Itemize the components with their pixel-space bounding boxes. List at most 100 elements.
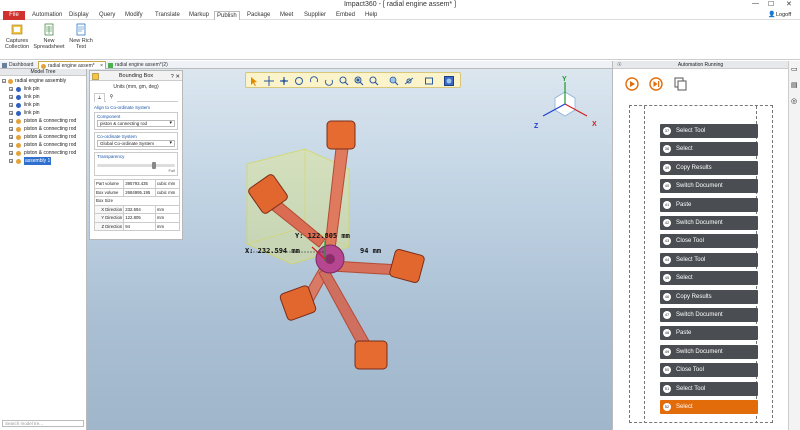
close-button[interactable]: ✕ (786, 0, 792, 8)
rotate-x-icon[interactable] (309, 76, 319, 86)
tab-measure[interactable]: ⟂ (94, 93, 105, 102)
expand-icon[interactable]: + (9, 95, 13, 100)
menu-supplier[interactable]: Supplier (302, 11, 328, 20)
expand-icon[interactable]: + (9, 151, 13, 156)
tree-item[interactable]: + link pin (0, 93, 86, 101)
model-tree-header: Model Tree (0, 69, 86, 76)
automation-step[interactable]: 41 Paste (660, 197, 758, 212)
new-rich-text-button[interactable]: New Rich Text (64, 23, 98, 50)
tree-item-root[interactable]: − radial engine assembly (0, 77, 86, 85)
menu-modify[interactable]: Modify (123, 11, 145, 20)
zoom-icon[interactable] (339, 76, 349, 86)
automation-steps-list[interactable]: 37 Select Tool 38 Select 39 Copy Results 40 Swi… (629, 105, 773, 423)
expand-icon[interactable]: + (9, 87, 13, 92)
menu-translate[interactable]: Translate (153, 11, 182, 20)
automation-step[interactable]: 44 Select Tool (660, 252, 758, 267)
menu-file[interactable]: File (3, 11, 25, 20)
collapse-icon[interactable]: − (2, 79, 6, 84)
automation-step[interactable]: 52 Select (660, 400, 758, 414)
automation-step[interactable]: 43 Close Tool (660, 234, 758, 249)
tree-item[interactable]: + piston & connecting rod (0, 117, 86, 125)
table-row: Y Direction 122.805 mm (93, 213, 181, 223)
tab-radial-engine[interactable]: radial engine assem* × (38, 61, 106, 69)
expand-icon[interactable]: + (9, 143, 13, 148)
automation-step[interactable]: 45 Select (660, 271, 758, 286)
expand-icon[interactable]: + (9, 135, 13, 140)
coordinate-system-select[interactable]: Global Co-ordinate System (97, 140, 175, 147)
zoom-window-icon[interactable] (354, 76, 364, 86)
automation-step[interactable]: 49 Switch Document (660, 344, 758, 359)
automation-step[interactable]: 46 Copy Results (660, 289, 758, 304)
automation-step[interactable]: 40 Switch Document (660, 179, 758, 194)
transparency-slider[interactable] (97, 162, 175, 169)
bounding-box-header: Bounding Box ? ✕ (90, 71, 182, 81)
step-run-icon[interactable] (649, 77, 663, 91)
expand-icon[interactable]: + (9, 127, 13, 132)
tree-item[interactable]: + link pin (0, 85, 86, 93)
zoom-fit-icon[interactable] (369, 76, 379, 86)
help-icon[interactable]: ? (171, 74, 174, 80)
render-mode-icon[interactable] (444, 76, 454, 86)
tab-dashboard[interactable]: Dashboard (0, 61, 42, 69)
frame-icon[interactable] (424, 76, 434, 86)
automation-step[interactable]: 51 Select Tool (660, 381, 758, 396)
menu-help[interactable]: Help (363, 11, 379, 20)
expand-icon[interactable]: + (9, 111, 13, 116)
rotate-y-icon[interactable] (324, 76, 334, 86)
panel-icon-2[interactable]: ▤ (791, 81, 798, 89)
rotate-icon[interactable] (294, 76, 304, 86)
dashboard-icon (2, 62, 7, 68)
move-icon[interactable] (279, 76, 289, 86)
pin-icon[interactable]: ☉ (617, 61, 621, 69)
tree-item[interactable]: + piston & connecting rod (0, 125, 86, 133)
logoff-link[interactable]: Logoff (776, 12, 791, 18)
table-row: Part volume 395793.435 cubic mm (93, 179, 181, 189)
expand-icon[interactable]: + (9, 159, 13, 164)
menu-display[interactable]: Display (67, 11, 91, 20)
panel-icon-1[interactable]: ▭ (791, 65, 798, 73)
minimize-button[interactable]: — (752, 0, 759, 7)
automation-step[interactable]: 37 Select Tool (660, 124, 758, 138)
automation-step[interactable]: 47 Switch Document (660, 308, 758, 322)
tree-item[interactable]: + link pin (0, 109, 86, 117)
close-icon[interactable]: ✕ (175, 74, 180, 80)
measure-icon[interactable] (404, 76, 414, 86)
row-unit: mm (154, 221, 181, 231)
tab-radial-engine-2[interactable]: radial engine assem*(2) (106, 61, 181, 69)
component-label: Component (97, 114, 121, 119)
menu-query[interactable]: Query (97, 11, 117, 20)
assembly-icon (16, 150, 21, 156)
tab-settings[interactable]: ⚲ (106, 93, 117, 102)
tree-item-selected[interactable]: + assembly 1 (0, 157, 86, 165)
expand-icon[interactable]: + (9, 103, 13, 108)
menu-embed[interactable]: Embed (334, 11, 357, 20)
tree-item[interactable]: + piston & connecting rod (0, 133, 86, 141)
model-tree-search-input[interactable]: Search model tre... (2, 420, 84, 427)
automation-step[interactable]: 42 Switch Document (660, 216, 758, 230)
panel-icon-3[interactable]: ◎ (791, 97, 797, 105)
pan-icon[interactable] (264, 76, 274, 86)
new-spreadsheet-button[interactable]: New Spreadsheet (32, 23, 66, 50)
menu-package[interactable]: Package (245, 11, 272, 20)
automation-step[interactable]: 48 Paste (660, 326, 758, 341)
captures-collection-button[interactable]: Captures Collection (0, 23, 34, 50)
menu-meet[interactable]: Meet (278, 11, 295, 20)
menu-markup[interactable]: Markup (187, 11, 211, 20)
maximize-button[interactable]: ☐ (768, 0, 774, 8)
slider-knob[interactable] (151, 162, 156, 169)
select-arrow-icon[interactable] (249, 76, 259, 86)
tree-item[interactable]: + piston & connecting rod (0, 149, 86, 157)
automation-step[interactable]: 50 Close Tool (660, 363, 758, 378)
automation-step[interactable]: 38 Select (660, 142, 758, 157)
expand-icon[interactable]: + (9, 119, 13, 124)
component-select[interactable]: piston & connecting rod (97, 120, 175, 127)
copy-steps-icon[interactable] (673, 77, 687, 91)
tree-item[interactable]: + piston & connecting rod (0, 141, 86, 149)
tree-item[interactable]: + link pin (0, 101, 86, 109)
menu-automation[interactable]: Automation (30, 11, 64, 20)
section-icon[interactable] (389, 76, 399, 86)
run-icon[interactable] (625, 77, 639, 91)
units-label: Units (mm, gm, deg) (113, 84, 159, 90)
automation-step[interactable]: 39 Copy Results (660, 160, 758, 175)
menu-publish[interactable]: Publish (214, 11, 240, 20)
